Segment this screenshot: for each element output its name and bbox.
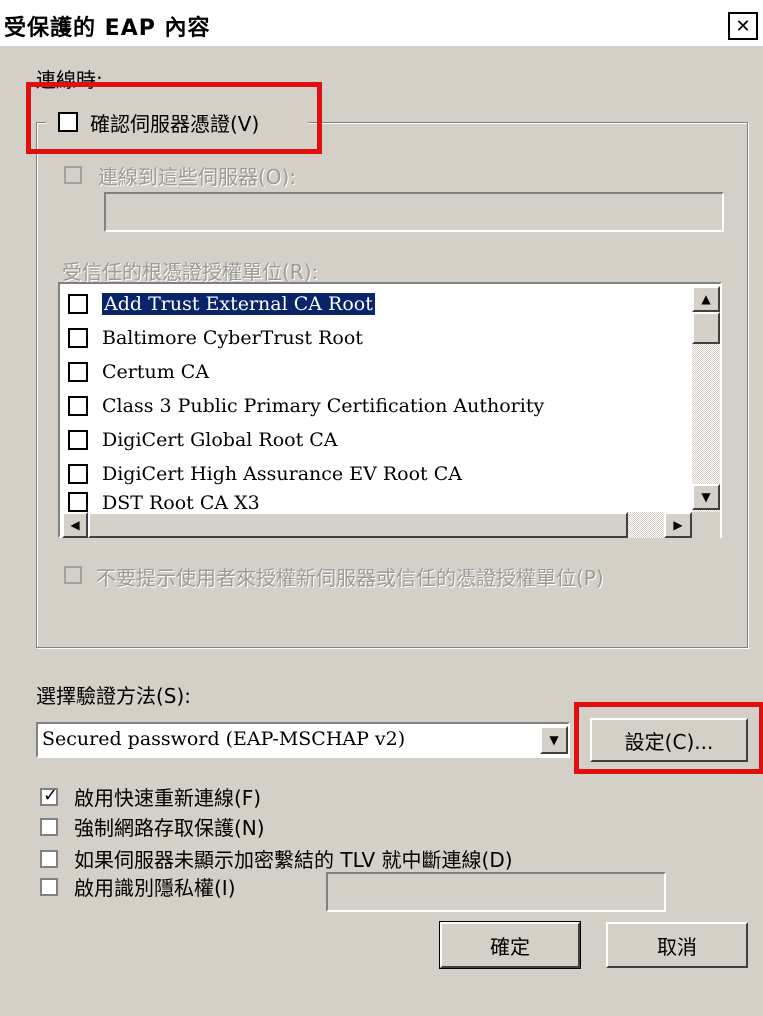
close-icon: ✕ — [735, 15, 751, 37]
arrow-down-icon: ▼ — [701, 490, 711, 504]
privacy-checkbox[interactable] — [40, 878, 58, 896]
arrow-up-icon: ▲ — [701, 292, 711, 306]
cert-item-checkbox[interactable] — [68, 328, 88, 348]
cancel-button[interactable]: 取消 — [606, 922, 748, 968]
connect-servers-checkbox[interactable] — [64, 166, 82, 184]
fast-reconnect-checkbox[interactable]: ✓ — [40, 785, 59, 806]
cert-item-checkbox[interactable] — [68, 396, 88, 416]
connect-servers-input[interactable] — [104, 192, 724, 232]
fast-reconnect-label[interactable]: 啟用快速重新連線(F) — [74, 782, 261, 811]
highlight-verify-cert — [26, 82, 322, 154]
nap-label[interactable]: 強制網路存取保護(N) — [74, 812, 265, 841]
auth-method-select[interactable]: Secured password (EAP-MSCHAP v2) ▼ — [36, 722, 570, 758]
hscroll-thumb[interactable] — [88, 512, 628, 538]
scroll-right-button[interactable]: ▶ — [664, 512, 692, 538]
tlv-checkbox[interactable] — [40, 850, 58, 868]
auth-method-dropdown-button[interactable]: ▼ — [540, 726, 568, 754]
cert-item-label: DigiCert High Assurance EV Root CA — [102, 463, 462, 485]
cert-list-item[interactable]: DigiCert Global Root CA — [68, 424, 338, 456]
window-title: 受保護的 EAP 內容 — [4, 16, 211, 41]
highlight-configure — [574, 702, 763, 774]
cert-list-item[interactable]: Class 3 Public Primary Certification Aut… — [68, 390, 544, 422]
cert-list-item[interactable]: Certum CA — [68, 356, 209, 388]
auth-method-heading: 選擇驗證方法(S): — [36, 684, 192, 708]
title-bar: 受保護的 EAP 內容 ✕ — [0, 0, 763, 46]
scroll-left-button[interactable]: ◀ — [62, 512, 88, 538]
cert-item-checkbox[interactable] — [68, 362, 88, 382]
privacy-input[interactable] — [326, 872, 666, 912]
tlv-label[interactable]: 如果伺服器未顯示加密繫結的 TLV 就中斷連線(D) — [74, 844, 513, 873]
cert-item-checkbox[interactable] — [68, 430, 88, 450]
cert-list-item[interactable]: DST Root CA X3 — [68, 492, 260, 514]
cert-item-checkbox[interactable] — [68, 492, 88, 512]
ok-label: 確定 — [490, 934, 530, 959]
cert-item-label: Class 3 Public Primary Certification Aut… — [102, 395, 545, 417]
auth-method-value: Secured password (EAP-MSCHAP v2) — [42, 728, 406, 750]
trusted-roots-label: 受信任的根憑證授權單位(R): — [62, 260, 319, 284]
checkmark-icon: ✓ — [43, 785, 59, 806]
cert-item-label: Certum CA — [102, 361, 210, 383]
ok-button[interactable]: 確定 — [439, 921, 581, 969]
connect-servers-label[interactable]: 連線到這些伺服器(O): — [98, 161, 296, 190]
cancel-label: 取消 — [657, 934, 697, 959]
cert-item-checkbox[interactable] — [68, 294, 88, 314]
cert-item-label: DST Root CA X3 — [102, 492, 260, 514]
cert-item-label: Baltimore CyberTrust Root — [102, 327, 363, 349]
no-prompt-label[interactable]: 不要提示使用者來授權新伺服器或信任的憑證授權單位(P) — [96, 562, 604, 591]
cert-list-item[interactable]: Add Trust External CA Root — [68, 288, 375, 320]
arrow-right-icon: ▶ — [673, 518, 683, 532]
close-button[interactable]: ✕ — [728, 12, 758, 40]
scroll-up-button[interactable]: ▲ — [692, 286, 720, 312]
scroll-down-button[interactable]: ▼ — [692, 484, 720, 510]
chevron-down-icon: ▼ — [549, 733, 559, 747]
scroll-corner — [692, 512, 720, 538]
cert-item-checkbox[interactable] — [68, 464, 88, 484]
scroll-thumb[interactable] — [692, 312, 720, 344]
nap-checkbox[interactable] — [40, 818, 58, 836]
arrow-left-icon: ◀ — [70, 518, 80, 532]
privacy-label[interactable]: 啟用識別隱私權(I) — [74, 872, 236, 901]
no-prompt-checkbox[interactable] — [64, 566, 82, 584]
cert-list-item[interactable]: Baltimore CyberTrust Root — [68, 322, 363, 354]
cert-item-label: Add Trust External CA Root — [102, 293, 375, 315]
cert-list-item[interactable]: DigiCert High Assurance EV Root CA — [68, 458, 462, 490]
cert-item-label: DigiCert Global Root CA — [102, 429, 338, 451]
